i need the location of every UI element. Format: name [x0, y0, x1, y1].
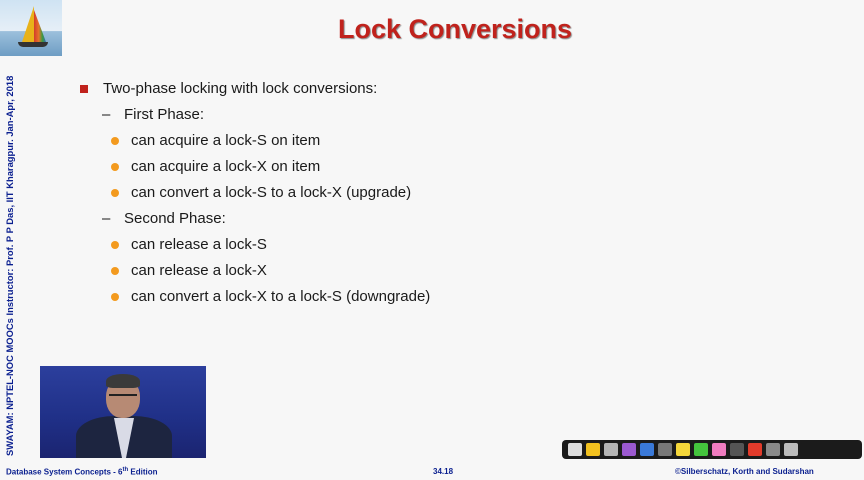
phase1-item-text: can convert a lock-S to a lock-X (upgrad…: [131, 184, 412, 201]
round-bullet-icon: [111, 293, 119, 301]
arrow-icon[interactable]: [568, 443, 582, 456]
phase2-heading: – Second Phase:: [102, 210, 226, 227]
round-bullet-icon: [111, 163, 119, 171]
phase2-item-text: can release a lock-X: [131, 262, 267, 279]
round-bullet-icon: [111, 241, 119, 249]
round-bullet-icon: [111, 189, 119, 197]
phase1-label: First Phase:: [124, 106, 205, 123]
round-bullet-icon: [111, 267, 119, 275]
pen-purple-icon[interactable]: [622, 443, 636, 456]
phase1-item: can convert a lock-S to a lock-X (upgrad…: [111, 184, 412, 201]
footer-left: Database System Concepts - 6th Edition: [6, 467, 158, 477]
phase1-item-text: can acquire a lock-S on item: [131, 132, 321, 149]
laser-icon[interactable]: [748, 443, 762, 456]
dash-icon: –: [102, 106, 111, 123]
phase2-item: can release a lock-X: [111, 262, 267, 279]
footer-book-title: Database System Concepts - 6: [6, 467, 123, 477]
phase1-item: can acquire a lock-S on item: [111, 132, 321, 149]
phase1-item: can acquire a lock-X on item: [111, 158, 321, 175]
main-bullet: Two-phase locking with lock conversions:: [80, 80, 378, 97]
phase2-item-text: can convert a lock-X to a lock-S (downgr…: [131, 288, 431, 305]
course-side-caption: SWAYAM: NPTEL-NOC MOOCs Instructor: Prof…: [4, 75, 15, 456]
instructor-webcam: [40, 366, 206, 458]
square-bullet-icon: [80, 85, 88, 93]
phase2-item: can release a lock-S: [111, 236, 267, 253]
pen-blue-icon[interactable]: [640, 443, 654, 456]
pen-yellow-icon[interactable]: [676, 443, 690, 456]
keyboard-icon[interactable]: [658, 443, 672, 456]
eraser-icon[interactable]: [604, 443, 618, 456]
footer-edition: Edition: [128, 467, 158, 477]
phase1-item-text: can acquire a lock-X on item: [131, 158, 321, 175]
round-bullet-icon: [111, 137, 119, 145]
phase1-heading: – First Phase:: [102, 106, 205, 123]
main-bullet-text: Two-phase locking with lock conversions:: [103, 80, 378, 97]
footer-page-number: 34.18: [433, 467, 454, 476]
person-hair: [106, 374, 140, 388]
close-icon[interactable]: [784, 443, 798, 456]
highlighter-icon[interactable]: [586, 443, 600, 456]
footer-copyright: ©Silberschatz, Korth and Sudarshan: [675, 467, 814, 476]
phase2-item: can convert a lock-X to a lock-S (downgr…: [111, 288, 431, 305]
screen-icon[interactable]: [766, 443, 780, 456]
pen-pink-icon[interactable]: [712, 443, 726, 456]
annotation-toolbar: [562, 440, 862, 459]
slide-title: Lock Conversions: [337, 14, 573, 44]
dash-icon: –: [102, 210, 111, 227]
phase2-label: Second Phase:: [124, 210, 226, 227]
pointer-icon[interactable]: [730, 443, 744, 456]
person-glasses: [109, 394, 137, 402]
phase2-item-text: can release a lock-S: [131, 236, 267, 253]
pen-green-icon[interactable]: [694, 443, 708, 456]
